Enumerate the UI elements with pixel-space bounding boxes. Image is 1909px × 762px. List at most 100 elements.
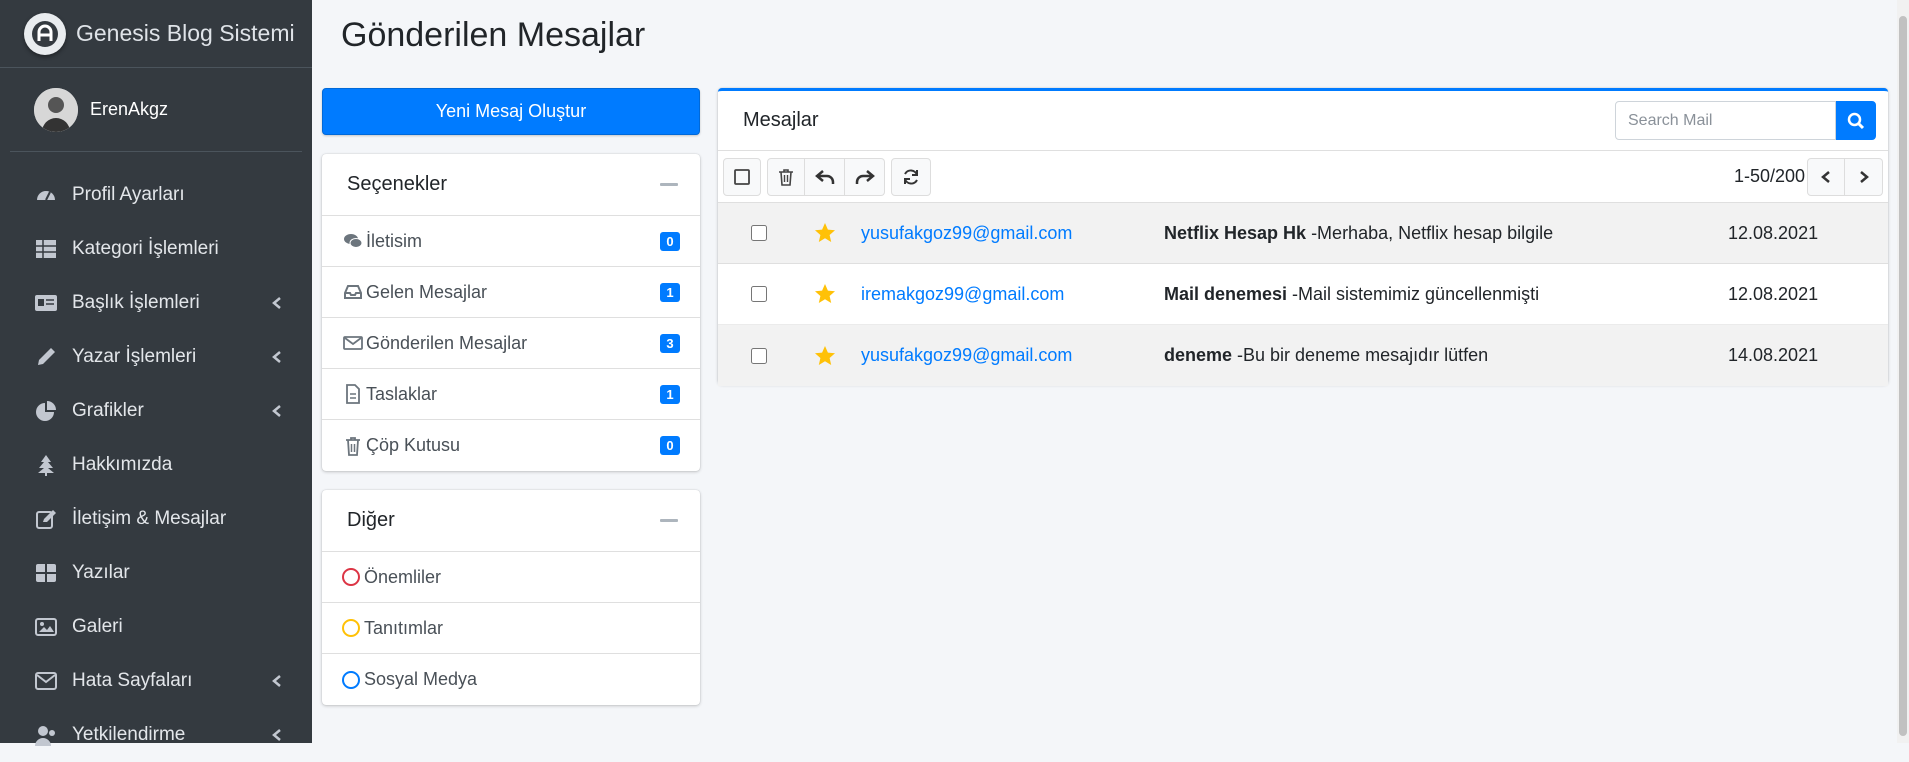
- folder-count-badge: 1: [660, 384, 680, 404]
- reply-button[interactable]: [805, 157, 845, 196]
- sidebar-item-label: Galeri: [72, 616, 123, 637]
- folders-card-header: Seçenekler: [322, 154, 700, 216]
- sidebar-item-label: Başlık İşlemleri: [72, 292, 200, 313]
- prev-page-button[interactable]: [1807, 157, 1845, 196]
- brand-name: Genesis Blog Sistemi: [76, 20, 295, 46]
- sidebar-item-profil-ayarlari[interactable]: Profil Ayarları: [0, 168, 312, 222]
- refresh-icon: [904, 168, 918, 185]
- labels-title: Diğer: [347, 509, 395, 531]
- page-scrollbar[interactable]: [1897, 0, 1909, 743]
- trash-icon: [779, 168, 793, 186]
- sidebar-item-kategori-islemleri[interactable]: Kategori İşlemleri: [0, 222, 312, 276]
- sidebar-item-grafikler[interactable]: Grafikler: [0, 384, 312, 438]
- sidebar-item-yetkilendirme[interactable]: Yetkilendirme: [0, 708, 312, 762]
- mail-subject-cell[interactable]: Mail denemesi -Mail sistemimiz güncellen…: [1164, 284, 1728, 305]
- compose-button[interactable]: Yeni Mesaj Oluştur: [322, 88, 700, 135]
- folder-count-badge: 1: [660, 282, 680, 302]
- sidebar-item-hakkimizda[interactable]: Hakkımızda: [0, 438, 312, 492]
- star-icon[interactable]: [813, 221, 837, 245]
- mail-row[interactable]: yusufakgoz99@gmail.com Netflix Hesap Hk …: [718, 203, 1888, 264]
- chevron-right-icon: [1859, 170, 1869, 183]
- sidebar-nav: Profil Ayarları Kategori İşlemleri Başlı…: [0, 152, 312, 762]
- search-icon: [1847, 112, 1865, 129]
- pencil-icon: [34, 345, 58, 369]
- users-icon: [34, 723, 58, 747]
- image-icon: [34, 615, 58, 639]
- folder-item-taslaklar[interactable]: Taslaklar 1: [322, 369, 700, 420]
- forward-button[interactable]: [845, 157, 885, 196]
- label-item-sosyal-medya[interactable]: Sosyal Medya: [322, 654, 700, 705]
- folder-label: Çöp Kutusu: [366, 435, 461, 455]
- sidebar-item-yazilar[interactable]: Yazılar: [0, 546, 312, 600]
- sidebar: Genesis Blog Sistemi ErenAkgz Profil Aya…: [0, 0, 312, 746]
- mail-subject-cell[interactable]: Netflix Hesap Hk -Merhaba, Netflix hesap…: [1164, 223, 1728, 244]
- mail-checkbox[interactable]: [751, 347, 767, 364]
- pie-chart-icon: [34, 399, 58, 423]
- trash-icon: [342, 435, 364, 457]
- folder-label: Gönderilen Mesajlar: [366, 332, 528, 353]
- mailbox-header: Mesajlar: [718, 91, 1888, 151]
- folder-count-badge: 3: [660, 333, 680, 353]
- brand-logo-icon: [24, 12, 66, 55]
- collapse-minus-icon[interactable]: [660, 183, 678, 186]
- mail-sender[interactable]: yusufakgoz99@gmail.com: [861, 345, 1164, 366]
- sidebar-item-galeri[interactable]: Galeri: [0, 600, 312, 654]
- share-icon: [855, 169, 875, 184]
- mailbox-title: Mesajlar: [743, 109, 819, 131]
- sidebar-item-baslik-islemleri[interactable]: Başlık İşlemleri: [0, 276, 312, 330]
- search-button[interactable]: [1836, 101, 1876, 140]
- labels-card: Diğer Önemliler Tanıtımlar Sosyal Medya: [322, 490, 700, 705]
- label-text: Önemliler: [364, 566, 442, 587]
- circle-icon: [342, 670, 360, 689]
- sidebar-item-label: Grafikler: [72, 400, 144, 421]
- user-panel[interactable]: ErenAkgz: [10, 68, 302, 152]
- mail-row[interactable]: yusufakgoz99@gmail.com deneme -Bu bir de…: [718, 325, 1888, 386]
- mail-row[interactable]: iremakgoz99@gmail.com Mail denemesi -Mai…: [718, 264, 1888, 325]
- pagination: 1-50/200: [1733, 157, 1883, 196]
- action-button-group: [767, 157, 885, 196]
- star-icon[interactable]: [813, 282, 837, 306]
- folder-item-gonderilen-mesajlar[interactable]: Gönderilen Mesajlar 3: [322, 318, 700, 369]
- mailbox-card: Mesajlar 1-50/200: [718, 88, 1888, 386]
- select-all-button[interactable]: [723, 157, 761, 196]
- search-group: [1615, 101, 1876, 140]
- scrollbar-thumb[interactable]: [1899, 16, 1907, 736]
- th-large-icon: [34, 561, 58, 585]
- folder-item-iletisim[interactable]: İletisim 0: [322, 216, 700, 267]
- refresh-button[interactable]: [891, 157, 931, 196]
- mail-checkbox[interactable]: [751, 225, 767, 241]
- avatar: [34, 87, 78, 132]
- collapse-minus-icon[interactable]: [660, 519, 678, 522]
- star-icon[interactable]: [813, 344, 837, 368]
- delete-button[interactable]: [767, 157, 805, 196]
- comments-icon: [342, 230, 364, 252]
- folder-count-badge: 0: [660, 436, 680, 455]
- label-item-onemliler[interactable]: Önemliler: [322, 552, 700, 603]
- label-text: Sosyal Medya: [364, 669, 478, 689]
- sidebar-item-yazar-islemleri[interactable]: Yazar İşlemleri: [0, 330, 312, 384]
- sidebar-item-hata-sayfalari[interactable]: Hata Sayfaları: [0, 654, 312, 708]
- circle-icon: [342, 568, 360, 586]
- chevron-left-icon: [1821, 170, 1830, 183]
- search-input[interactable]: [1615, 101, 1836, 140]
- next-page-button[interactable]: [1845, 157, 1883, 196]
- mail-subject-cell[interactable]: deneme -Bu bir deneme mesajıdır lütfen: [1164, 345, 1728, 366]
- table-icon: [34, 237, 58, 261]
- folder-item-cop-kutusu[interactable]: Çöp Kutusu 0: [322, 420, 700, 471]
- brand-link[interactable]: Genesis Blog Sistemi: [0, 0, 312, 68]
- mail-sender[interactable]: yusufakgoz99@gmail.com: [861, 223, 1164, 244]
- envelope-icon: [34, 669, 58, 693]
- sidebar-item-iletisim-mesajlar[interactable]: İletişim & Mesajlar: [0, 492, 312, 546]
- pagination-text: 1-50/200: [1733, 166, 1805, 186]
- envelope-icon: [342, 332, 364, 354]
- sidebar-item-label: Yazılar: [72, 562, 130, 583]
- mail-date: 14.08.2021: [1728, 345, 1819, 365]
- mail-subject: Mail denemesi: [1164, 283, 1288, 304]
- sidebar-item-label: Kategori İşlemleri: [72, 238, 219, 259]
- mail-checkbox[interactable]: [751, 286, 767, 302]
- label-item-tanitimlar[interactable]: Tanıtımlar: [322, 603, 700, 654]
- mail-sender[interactable]: iremakgoz99@gmail.com: [861, 284, 1164, 305]
- tachometer-icon: [34, 183, 58, 207]
- folder-item-gelen-mesajlar[interactable]: Gelen Mesajlar 1: [322, 267, 700, 318]
- inbox-icon: [342, 281, 364, 303]
